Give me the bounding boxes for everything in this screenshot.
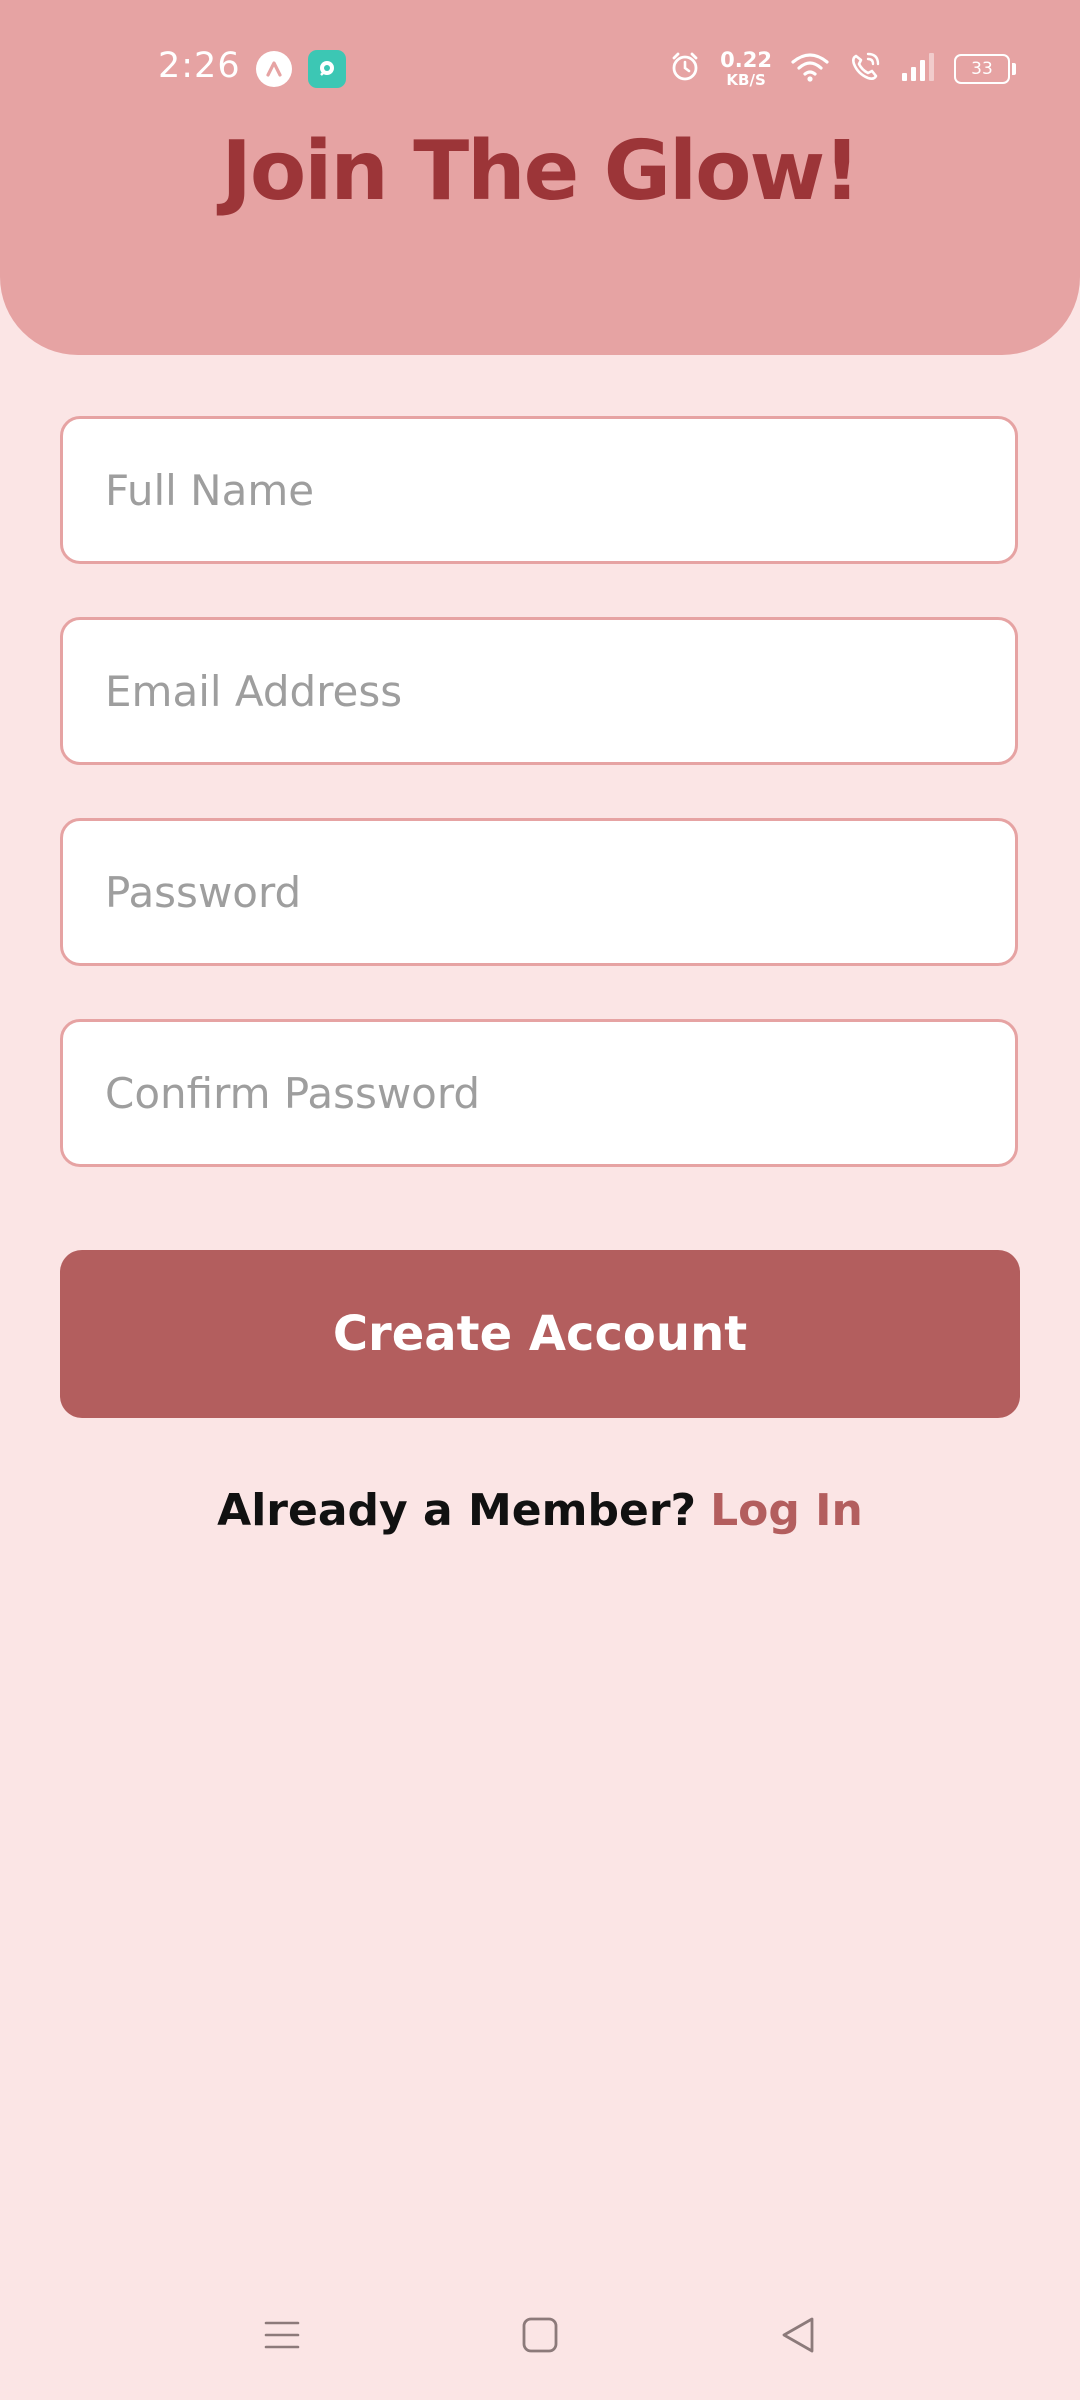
- wifi-call-icon: [848, 50, 882, 88]
- chat-app-icon: [308, 50, 346, 88]
- confirm-password-input[interactable]: [63, 1022, 1015, 1164]
- signal-icon: [900, 51, 936, 87]
- password-field[interactable]: [60, 818, 1018, 966]
- status-time: 2:26: [158, 46, 241, 86]
- net-speed-value: 0.22: [720, 48, 772, 72]
- status-bar: 2:26 0.22 KB/S 33: [0, 36, 1080, 100]
- login-link[interactable]: Log In: [710, 1485, 863, 1536]
- home-icon[interactable]: [515, 2310, 565, 2360]
- page-title: Join The Glow!: [221, 124, 860, 219]
- net-speed-unit: KB/S: [726, 71, 766, 89]
- email-field[interactable]: [60, 617, 1018, 765]
- alarm-icon: [668, 50, 702, 88]
- status-right-cluster: 0.22 KB/S 33: [668, 46, 1016, 92]
- full-name-input[interactable]: [63, 419, 1015, 561]
- battery-level: 33: [971, 59, 993, 79]
- menu-icon[interactable]: [257, 2310, 307, 2360]
- login-prompt: Already a Member? Log In: [0, 1476, 1080, 1546]
- email-input[interactable]: [63, 620, 1015, 762]
- confirm-password-field[interactable]: [60, 1019, 1018, 1167]
- create-account-button[interactable]: Create Account: [60, 1250, 1020, 1418]
- system-nav-bar: [0, 2300, 1080, 2370]
- back-icon[interactable]: [773, 2310, 823, 2360]
- member-text: Already a Member?: [217, 1485, 697, 1536]
- app-a-icon: [256, 51, 292, 87]
- full-name-field[interactable]: [60, 416, 1018, 564]
- wifi-icon: [790, 50, 830, 88]
- net-speed: 0.22 KB/S: [720, 50, 772, 88]
- password-input[interactable]: [63, 821, 1015, 963]
- battery-icon: 33: [954, 54, 1016, 84]
